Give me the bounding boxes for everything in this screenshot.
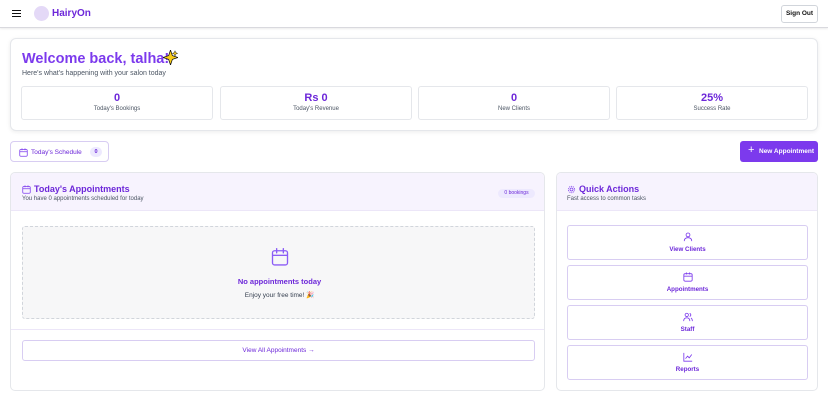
calendar-icon bbox=[19, 148, 28, 157]
todays-schedule-tab[interactable]: Today's Schedule 0 bbox=[10, 141, 109, 162]
stat-success-rate: 25% Success Rate bbox=[616, 86, 808, 120]
todays-appointments-card: Today's Appointments You have 0 appointm… bbox=[10, 172, 545, 391]
stat-todays-bookings: 0 Today's Bookings bbox=[21, 86, 213, 120]
quick-action-staff[interactable]: Staff bbox=[567, 305, 808, 340]
welcome-title: Welcome back, talha! bbox=[22, 51, 170, 67]
stat-label: Today's Revenue bbox=[293, 106, 339, 112]
bookings-count-badge: 0 bookings bbox=[498, 189, 535, 198]
appointments-subtitle: You have 0 appointments scheduled for to… bbox=[22, 196, 144, 202]
logo-icon bbox=[34, 6, 49, 21]
welcome-card: Welcome back, talha! Here's what's happe… bbox=[10, 38, 818, 131]
quick-action-label: View Clients bbox=[669, 246, 706, 253]
quick-action-view-clients[interactable]: View Clients bbox=[567, 225, 808, 260]
empty-state-title: No appointments today bbox=[237, 277, 322, 286]
user-icon bbox=[683, 232, 693, 242]
quick-action-label: Staff bbox=[680, 326, 695, 333]
stat-value: 0 bbox=[113, 92, 121, 104]
stat-new-clients: 0 New Clients bbox=[418, 86, 610, 120]
appointments-header: Today's Appointments You have 0 appointm… bbox=[11, 173, 544, 211]
quick-action-reports[interactable]: Reports bbox=[567, 345, 808, 380]
quick-action-label: Reports bbox=[675, 366, 700, 373]
new-appointment-button[interactable]: + New Appointment bbox=[740, 141, 818, 162]
stat-value: 0 bbox=[510, 92, 518, 104]
calendar-icon bbox=[683, 272, 693, 282]
stat-value: 25% bbox=[700, 92, 724, 104]
quick-actions-card: Quick Actions Fast access to common task… bbox=[556, 172, 818, 391]
gear-icon bbox=[567, 185, 576, 194]
quick-action-label: Appointments bbox=[666, 286, 709, 293]
empty-state-subtitle: Enjoy your free time! 🎉 bbox=[244, 292, 315, 299]
stat-label: Success Rate bbox=[693, 106, 731, 112]
top-bar: HairyOn Sign Out bbox=[0, 0, 828, 28]
sparkle-icon bbox=[163, 50, 178, 65]
stat-todays-revenue: Rs 0 Today's Revenue bbox=[220, 86, 412, 120]
quick-actions-subtitle: Fast access to common tasks bbox=[567, 196, 647, 202]
app-title: HairyOn bbox=[52, 8, 91, 19]
quick-actions-title: Quick Actions bbox=[579, 184, 640, 194]
quick-action-appointments[interactable]: Appointments bbox=[567, 265, 808, 300]
quick-actions-header: Quick Actions Fast access to common task… bbox=[557, 173, 817, 211]
chart-icon bbox=[683, 352, 693, 362]
schedule-label: Today's Schedule bbox=[31, 148, 82, 156]
plus-icon: + bbox=[748, 144, 755, 156]
menu-icon[interactable] bbox=[11, 8, 23, 20]
schedule-count-badge: 0 bbox=[90, 147, 102, 157]
stat-label: Today's Bookings bbox=[93, 106, 141, 112]
welcome-subtitle: Here's what's happening with your salon … bbox=[22, 70, 166, 77]
divider bbox=[11, 329, 544, 330]
appointments-title: Today's Appointments bbox=[34, 184, 130, 194]
new-appointment-label: New Appointment bbox=[759, 147, 815, 155]
empty-state: No appointments today Enjoy your free ti… bbox=[22, 226, 535, 319]
sign-out-button[interactable]: Sign Out bbox=[781, 5, 818, 23]
stat-value: Rs 0 bbox=[304, 92, 328, 104]
calendar-icon bbox=[271, 248, 289, 266]
view-all-appointments-button[interactable]: View All Appointments → bbox=[22, 340, 535, 361]
calendar-icon bbox=[22, 185, 31, 194]
stat-label: New Clients bbox=[497, 106, 530, 112]
users-icon bbox=[683, 312, 693, 322]
